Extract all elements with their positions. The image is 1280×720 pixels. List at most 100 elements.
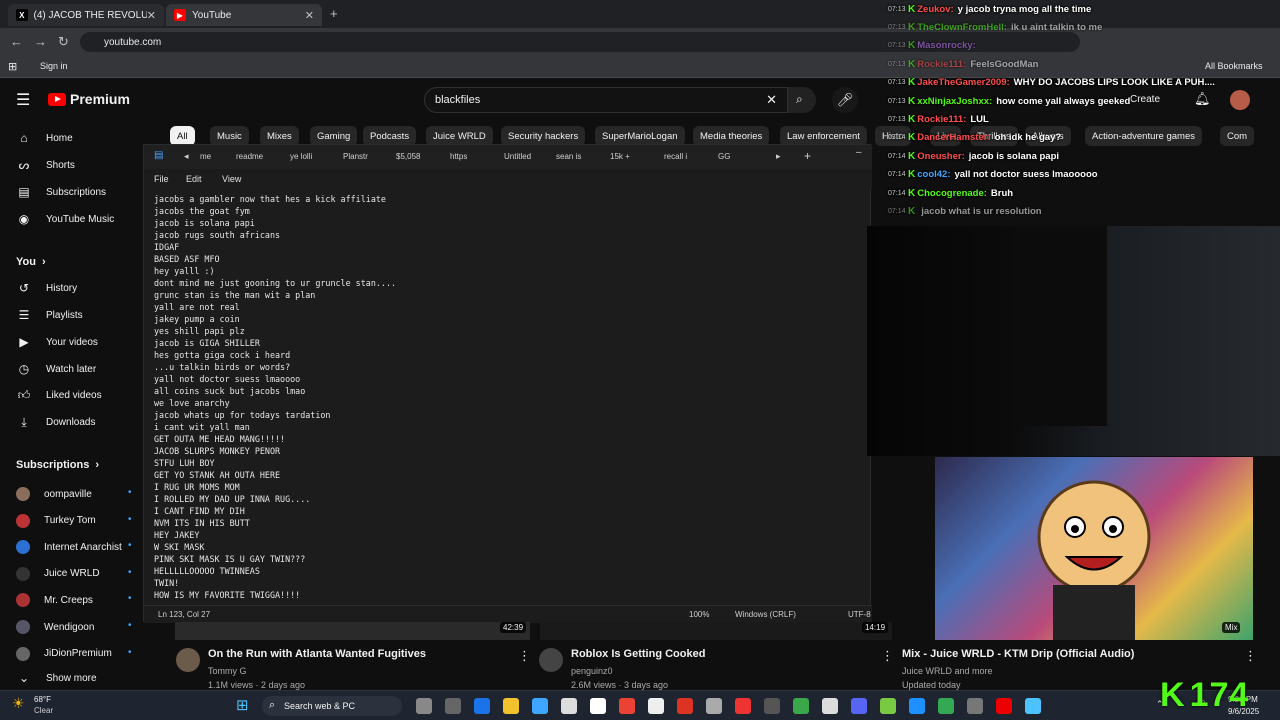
search-button[interactable]: ⌕: [788, 87, 816, 113]
video-card[interactable]: Roblox Is Getting Cooked penguinz0 2.6M …: [539, 646, 899, 690]
close-icon[interactable]: ✕: [147, 9, 156, 22]
notepad-tab[interactable]: readme: [236, 152, 263, 161]
close-icon[interactable]: ✕: [305, 9, 314, 22]
notepad-tab[interactable]: Planstr: [343, 152, 368, 161]
video-thumbnail[interactable]: [175, 622, 530, 640]
sidebar-subscription-item[interactable]: Mr. Creeps: [16, 590, 93, 610]
notepad-text-area[interactable]: jacobs a gambler now that hes a kick aff…: [154, 193, 854, 601]
sidebar-item-shorts[interactable]: ᔕ Shorts: [16, 155, 75, 175]
sidebar-item-subscriptions[interactable]: ▤ Subscriptions: [16, 182, 106, 202]
sidebar-you-header[interactable]: You ›: [16, 252, 46, 272]
notepad-taskbar-icon[interactable]: [1025, 698, 1041, 714]
weather-temp[interactable]: 68°F: [34, 695, 51, 704]
sidebar-item-home[interactable]: ⌂ Home: [16, 128, 72, 148]
edge-icon[interactable]: [909, 698, 925, 714]
capcut-icon[interactable]: [735, 698, 751, 714]
sign-in-link[interactable]: Sign in: [40, 61, 68, 71]
pen-app-icon[interactable]: [822, 698, 838, 714]
clear-search-icon[interactable]: ✕: [766, 92, 777, 108]
filter-chip[interactable]: Gaming: [310, 126, 358, 146]
app-icon[interactable]: [532, 698, 548, 714]
opera-icon[interactable]: [764, 698, 780, 714]
sidebar-item-your-videos[interactable]: ▶ Your videos: [16, 332, 98, 352]
sidebar-subscriptions-header[interactable]: Subscriptions ›: [16, 455, 99, 475]
menu-icon[interactable]: ☰: [16, 90, 30, 110]
sidebar-show-more[interactable]: ⌄ Show more: [16, 668, 97, 688]
sidebar-subscription-item[interactable]: Turkey Tom: [16, 511, 96, 531]
channel-avatar[interactable]: [539, 648, 563, 672]
sidebar-item-history[interactable]: ↺ History: [16, 278, 77, 298]
new-tab-icon[interactable]: +: [804, 149, 811, 163]
windows-start-icon[interactable]: ⊞: [236, 696, 249, 714]
sidebar-subscription-item[interactable]: JiDionPremium: [16, 644, 112, 664]
notepad-window[interactable]: ▤ ◂ ▸ + – me readme ye lolli Planstr $5,058 h…: [143, 144, 872, 623]
channel-name[interactable]: penguinz0: [571, 666, 613, 676]
shield-app-icon[interactable]: [677, 698, 693, 714]
channel-avatar[interactable]: [176, 648, 200, 672]
sidebar-item-downloads[interactable]: ⤓ Downloads: [16, 412, 95, 432]
reload-icon[interactable]: ↻: [58, 34, 69, 50]
channel-name[interactable]: Juice WRLD and more: [902, 666, 993, 676]
shortcut-icon[interactable]: [590, 698, 606, 714]
file-explorer-icon[interactable]: [503, 698, 519, 714]
notepad-tab[interactable]: me: [200, 152, 211, 161]
filter-chip[interactable]: Media theories: [693, 126, 770, 146]
filter-chip[interactable]: Law enforcement: [780, 126, 867, 146]
notepad-tab[interactable]: GG: [718, 152, 730, 161]
search-input[interactable]: blackfiles ✕: [424, 87, 788, 113]
filter-chip[interactable]: Juice WRLD: [426, 126, 493, 146]
chrome-alt-icon[interactable]: [938, 698, 954, 714]
browser-tab-youtube[interactable]: ▶ YouTube ✕: [166, 4, 322, 26]
apps-grid-icon[interactable]: ⊞: [8, 60, 17, 73]
voice-search-button[interactable]: 🎤︎: [832, 87, 858, 113]
filter-chip[interactable]: Podcasts: [363, 126, 417, 146]
browser-tab-x[interactable]: X (4) JACOB THE REVOLUTIONA ✕: [8, 4, 164, 26]
notepad-tab[interactable]: recall i: [664, 152, 687, 161]
menu-edit[interactable]: Edit: [186, 174, 202, 184]
tiktok-icon[interactable]: [706, 698, 722, 714]
new-tab-icon[interactable]: +: [330, 6, 338, 21]
task-view-icon[interactable]: [445, 698, 461, 714]
filter-chip[interactable]: Mixes: [260, 126, 299, 146]
copilot-icon[interactable]: [474, 698, 490, 714]
video-title[interactable]: Roblox Is Getting Cooked: [571, 648, 705, 660]
back-icon[interactable]: ←: [10, 34, 23, 49]
notepad-tab[interactable]: sean is: [556, 152, 581, 161]
play-app-icon[interactable]: [880, 698, 896, 714]
document-icon[interactable]: [648, 698, 664, 714]
filter-chip[interactable]: All: [170, 126, 195, 146]
channel-name[interactable]: Tommy G: [208, 666, 247, 676]
sidebar-item-watch-later[interactable]: ◷ Watch later: [16, 359, 96, 379]
youtube-logo[interactable]: Premium: [48, 91, 130, 107]
video-card[interactable]: On the Run with Atlanta Wanted Fugitives…: [176, 646, 536, 690]
chrome-icon[interactable]: [619, 698, 635, 714]
scroll-left-icon[interactable]: ◂: [184, 151, 189, 162]
minimize-icon[interactable]: –: [856, 147, 862, 158]
notepad-tab[interactable]: 15k +: [610, 152, 630, 161]
taskbar-search[interactable]: ⌕ Search web & PC: [262, 696, 402, 716]
more-options-icon[interactable]: ⋮: [518, 648, 531, 664]
file-icon[interactable]: [561, 698, 577, 714]
sidebar-item-playlists[interactable]: ☰ Playlists: [16, 305, 83, 325]
sidebar-subscription-item[interactable]: Internet Anarchist: [16, 537, 122, 557]
sidebar-subscription-item[interactable]: Juice WRLD: [16, 564, 100, 584]
video-thumbnail[interactable]: [540, 622, 892, 640]
video-title[interactable]: On the Run with Atlanta Wanted Fugitives: [208, 648, 426, 660]
discord-icon[interactable]: [851, 698, 867, 714]
menu-file[interactable]: File: [154, 174, 169, 184]
video-title[interactable]: Mix - Juice WRLD - KTM Drip (Official Au…: [902, 648, 1134, 660]
more-options-icon[interactable]: ⋮: [1244, 648, 1257, 664]
sidebar-item-liked-videos[interactable]: 👍︎ Liked videos: [16, 385, 102, 405]
cat-app-icon[interactable]: [416, 698, 432, 714]
notepad-tab[interactable]: https: [450, 152, 467, 161]
filter-chip[interactable]: SuperMarioLogan: [595, 126, 685, 146]
filter-chip[interactable]: Security hackers: [501, 126, 586, 146]
menu-view[interactable]: View: [222, 174, 241, 184]
scroll-right-icon[interactable]: ▸: [776, 151, 781, 162]
notepad-tab[interactable]: Untitled: [504, 152, 531, 161]
steam-icon[interactable]: [967, 698, 983, 714]
notepad-tab[interactable]: ye lolli: [290, 152, 312, 161]
app-red-icon[interactable]: [996, 698, 1012, 714]
xbox-icon[interactable]: [793, 698, 809, 714]
filter-chip[interactable]: Music: [210, 126, 249, 146]
